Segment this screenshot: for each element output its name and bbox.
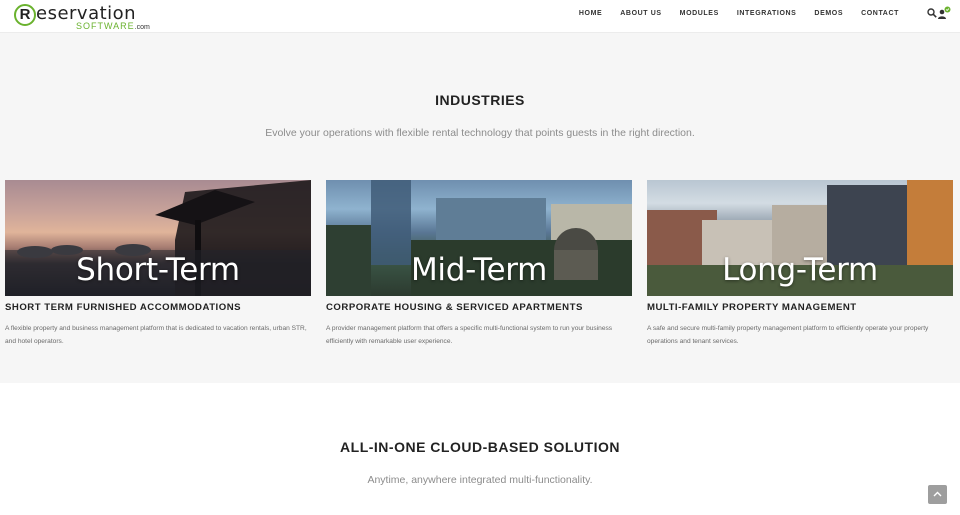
chevron-up-icon	[933, 491, 942, 497]
short-term-heading: SHORT TERM FURNISHED ACCOMMODATIONS	[5, 302, 242, 313]
short-term-caption: Short-Term	[76, 252, 240, 288]
site-header: R eservation SOFTWARE.com HOME ABOUT US …	[0, 0, 960, 33]
site-logo[interactable]: R eservation SOFTWARE.com	[14, 2, 154, 32]
industries-section: INDUSTRIES Evolve your operations with f…	[0, 33, 960, 383]
scroll-to-top-button[interactable]	[928, 485, 947, 504]
industry-card-mid-term: Mid-Term CORPORATE HOUSING & SERVICED AP…	[326, 180, 632, 348]
cloud-solution-subtitle: Anytime, anywhere integrated multi-funct…	[367, 474, 593, 486]
nav-home[interactable]: HOME	[579, 10, 611, 17]
nav-about-us[interactable]: ABOUT US	[611, 10, 670, 17]
logo-initial: R	[14, 4, 36, 26]
nav-contact[interactable]: CONTACT	[852, 10, 908, 17]
industry-card-short-term: Short-Term SHORT TERM FURNISHED ACCOMMOD…	[5, 180, 311, 348]
nav-modules[interactable]: MODULES	[671, 10, 728, 17]
nav-integrations[interactable]: INTEGRATIONS	[728, 10, 806, 17]
main-nav: HOME ABOUT US MODULES INTEGRATIONS DEMOS…	[579, 0, 908, 26]
mid-term-description: A provider management platform that offe…	[326, 325, 613, 345]
long-term-image[interactable]: Long-Term	[647, 180, 953, 296]
long-term-heading: MULTI-FAMILY PROPERTY MANAGEMENT	[647, 302, 857, 313]
logo-sub-text: SOFTWARE	[76, 21, 135, 31]
user-icon[interactable]	[937, 6, 951, 20]
logo-subtitle: SOFTWARE.com	[76, 21, 150, 31]
mid-term-heading: CORPORATE HOUSING & SERVICED APARTMENTS	[326, 302, 583, 313]
logo-dotcom: .com	[134, 24, 150, 31]
industry-card-long-term: Long-Term MULTI-FAMILY PROPERTY MANAGEME…	[647, 180, 953, 348]
nav-demos[interactable]: DEMOS	[805, 10, 852, 17]
mid-term-image[interactable]: Mid-Term	[326, 180, 632, 296]
long-term-caption: Long-Term	[722, 252, 878, 288]
short-term-description: A flexible property and business managem…	[5, 325, 307, 345]
mid-term-caption: Mid-Term	[410, 252, 548, 288]
cloud-solution-title: ALL-IN-ONE CLOUD-BASED SOLUTION	[340, 439, 620, 455]
industries-title: INDUSTRIES	[435, 92, 525, 108]
short-term-image[interactable]: Short-Term	[5, 180, 311, 296]
search-icon[interactable]	[927, 8, 937, 18]
long-term-description: A safe and secure multi-family property …	[647, 325, 929, 345]
industries-subtitle: Evolve your operations with flexible ren…	[265, 127, 695, 139]
